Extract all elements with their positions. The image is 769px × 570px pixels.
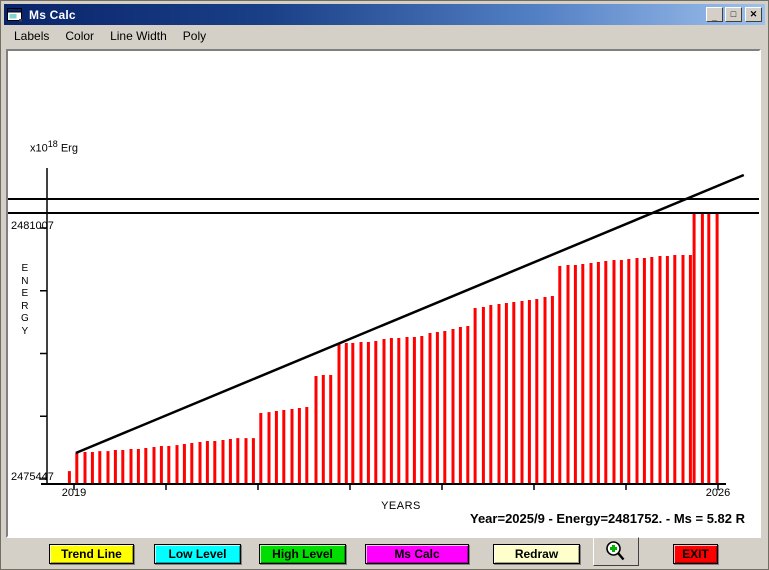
close-button[interactable]: ✕ (745, 7, 762, 22)
menu-item-color[interactable]: Color (57, 27, 102, 45)
y-tick-label-top: 2481007 (11, 220, 54, 232)
redraw-button[interactable]: Redraw (493, 544, 580, 564)
menu-item-line-width[interactable]: Line Width (102, 27, 175, 45)
menu-item-poly[interactable]: Poly (175, 27, 214, 45)
maximize-icon: □ (730, 9, 737, 19)
y-axis-title: E N E R G Y (21, 263, 29, 337)
x-axis-title: YEARS (381, 500, 421, 512)
y-tick-label-bottom: 2475447 (11, 471, 54, 483)
zoom-tool-button[interactable] (593, 537, 639, 566)
ms-calc-button[interactable]: Ms Calc (365, 544, 469, 564)
menu-item-labels[interactable]: Labels (6, 27, 57, 45)
level-lines (8, 198, 759, 214)
chart-panel: x1018 Erg E N E R G Y 2481007 2475447 20… (6, 49, 761, 538)
status-line: Year=2025/9 - Energy=2481752. - Ms = 5.8… (470, 511, 745, 526)
close-icon: ✕ (749, 9, 758, 19)
x-tick-label-start: 2019 (61, 487, 87, 499)
trend-line-button[interactable]: Trend Line (49, 544, 134, 564)
window-title: Ms Calc (29, 7, 76, 22)
maximize-button[interactable]: □ (725, 7, 742, 22)
high-level-button[interactable]: High Level (259, 544, 346, 564)
low-level-button[interactable]: Low Level (154, 544, 241, 564)
minimize-button[interactable]: _ (706, 7, 723, 22)
magnifier-plus-icon (606, 540, 625, 560)
menu-bar: Labels Color Line Width Poly (4, 25, 765, 46)
exit-button[interactable]: EXIT (673, 544, 718, 564)
app-icon (7, 7, 22, 21)
y-axis-unit-label: x1018 Erg (30, 139, 78, 155)
app-window: Ms Calc _ □ ✕ Labels Color Line Width Poly … (0, 0, 769, 570)
minimize-icon: _ (711, 12, 717, 22)
energy-chart[interactable] (8, 51, 759, 536)
x-tick-label-end: 2026 (705, 487, 731, 499)
window-controls: _ □ ✕ (704, 7, 762, 22)
title-bar[interactable]: Ms Calc _ □ ✕ (4, 4, 765, 25)
energy-bars (67, 214, 719, 483)
